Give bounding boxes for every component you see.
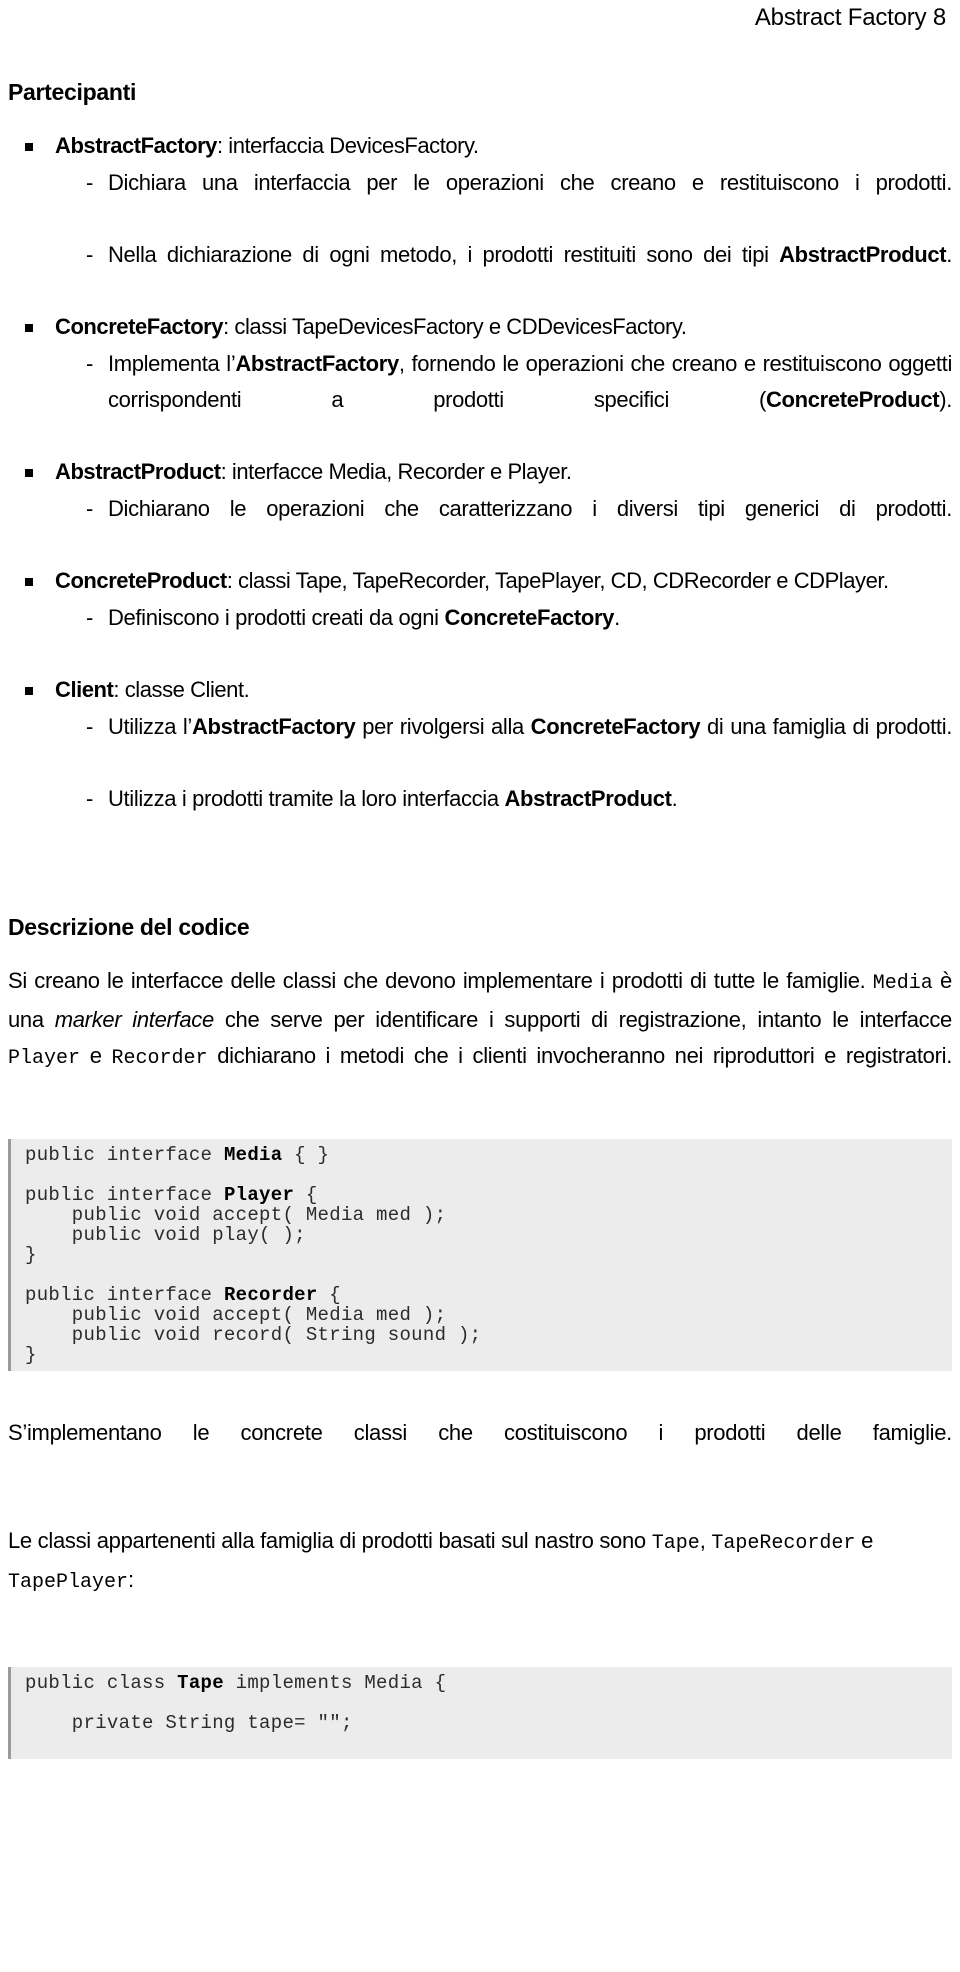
- list-item: - Nella dichiarazione di ogni metodo, i …: [8, 237, 952, 309]
- text-run: e: [855, 1528, 874, 1553]
- participant-term: ConcreteFactory: [55, 314, 224, 339]
- list-item: - Utilizza l’AbstractFactory per rivolge…: [8, 709, 952, 781]
- text-run: e: [80, 1043, 112, 1068]
- list-item: - Implementa l’AbstractFactory, fornendo…: [8, 346, 952, 454]
- list-item: AbstractProduct: interfacce Media, Recor…: [8, 454, 952, 489]
- square-bullet-icon: [25, 309, 35, 344]
- document-page: Abstract Factory 8 Partecipanti Abstract…: [0, 0, 960, 1972]
- participant-term: ConcreteProduct: [55, 568, 227, 593]
- sub-item-text: Dichiarano le operazioni che caratterizz…: [108, 496, 952, 521]
- list-item: ConcreteFactory: classi TapeDevicesFacto…: [8, 309, 952, 344]
- list-item: Client: classe Client.: [8, 672, 952, 707]
- code-token-taperecorder: TapeRecorder: [711, 1532, 856, 1555]
- list-item: ConcreteProduct: classi Tape, TapeRecord…: [8, 563, 952, 598]
- sub-list: - Definiscono i prodotti creati da ogni …: [8, 600, 952, 672]
- square-bullet-icon: [25, 563, 35, 598]
- paragraph-tape-family: Le classi appartenenti alla famiglia di …: [8, 1523, 952, 1637]
- text-run: ,: [699, 1528, 712, 1553]
- code-token-recorder: Recorder: [111, 1047, 208, 1070]
- participant-term: AbstractFactory: [55, 133, 217, 158]
- list-item: - Definiscono i prodotti creati da ogni …: [8, 600, 952, 672]
- text-run: Le classi appartenenti alla famiglia di …: [8, 1528, 652, 1553]
- sub-list: - Implementa l’AbstractFactory, fornendo…: [8, 346, 952, 454]
- dash-bullet-icon: -: [86, 714, 93, 739]
- code-token-tape: Tape: [651, 1532, 700, 1555]
- sub-list: - Dichiarano le operazioni che caratteri…: [8, 491, 952, 563]
- participant-description: : classi TapeDevicesFactory e CDDevicesF…: [223, 314, 687, 339]
- sub-item-text: Nella dichiarazione di ogni metodo, i pr…: [108, 242, 952, 267]
- list-item: - Dichiarano le operazioni che caratteri…: [8, 491, 952, 563]
- participant-description: : classi Tape, TapeRecorder, TapePlayer,…: [226, 568, 889, 593]
- participant-term: AbstractProduct: [55, 459, 221, 484]
- square-bullet-icon: [25, 454, 35, 489]
- dash-bullet-icon: -: [86, 351, 93, 376]
- list-item: - Dichiara una interfaccia per le operaz…: [8, 165, 952, 237]
- italic-term-marker-interface: marker interface: [54, 1007, 215, 1032]
- sub-item-text: Utilizza l’AbstractFactory per rivolgers…: [108, 714, 952, 739]
- text-run: che serve per identificare i supporti di…: [213, 1007, 952, 1032]
- dash-bullet-icon: -: [86, 242, 93, 267]
- paragraph-concrete-classes: S’implementano le concrete classi che co…: [8, 1420, 952, 1445]
- sub-item-text: Utilizza i prodotti tramite la loro inte…: [108, 786, 678, 811]
- dash-bullet-icon: -: [86, 605, 93, 630]
- text-run: dichiarano i metodi che i clienti invoch…: [207, 1043, 953, 1068]
- square-bullet-icon: [25, 128, 35, 163]
- list-item: - Utilizza i prodotti tramite la loro in…: [8, 781, 952, 853]
- paragraph-intro: Si creano le interfacce delle classi che…: [8, 963, 952, 1113]
- participant-term: Client: [55, 677, 114, 702]
- text-run: :: [128, 1567, 134, 1592]
- running-header-title: Abstract Factory 8: [754, 4, 946, 31]
- code-token-tapeplayer: TapePlayer: [8, 1571, 129, 1594]
- participant-description: : interfacce Media, Recorder e Player.: [220, 459, 572, 484]
- code-block-interfaces: public interface Media { } public interf…: [8, 1139, 952, 1371]
- sub-list: - Dichiara una interfaccia per le operaz…: [8, 165, 952, 309]
- participants-list: AbstractFactory: interfaccia DevicesFact…: [8, 128, 952, 853]
- sub-item-text: Definiscono i prodotti creati da ogni Co…: [108, 605, 620, 630]
- code-token-player: Player: [8, 1047, 81, 1070]
- section-heading-code-description: Descrizione del codice: [8, 914, 250, 940]
- list-item: AbstractFactory: interfaccia DevicesFact…: [8, 128, 952, 163]
- page-title: Partecipanti: [8, 79, 137, 105]
- participant-description: : classe Client.: [113, 677, 250, 702]
- square-bullet-icon: [25, 672, 35, 707]
- dash-bullet-icon: -: [86, 496, 93, 521]
- participant-description: : interfaccia DevicesFactory.: [216, 133, 479, 158]
- code-token-media: Media: [872, 972, 933, 995]
- dash-bullet-icon: -: [86, 786, 93, 811]
- sub-item-text: Implementa l’AbstractFactory, fornendo l…: [108, 351, 952, 412]
- sub-list: - Utilizza l’AbstractFactory per rivolge…: [8, 709, 952, 853]
- code-block-tape-class: public class Tape implements Media { pri…: [8, 1667, 952, 1759]
- text-run: Si creano le interfacce delle classi che…: [8, 968, 873, 993]
- document-body: Partecipanti AbstractFactory: interfacci…: [8, 78, 952, 1759]
- dash-bullet-icon: -: [86, 170, 93, 195]
- sub-item-text: Dichiara una interfaccia per le operazio…: [108, 170, 952, 195]
